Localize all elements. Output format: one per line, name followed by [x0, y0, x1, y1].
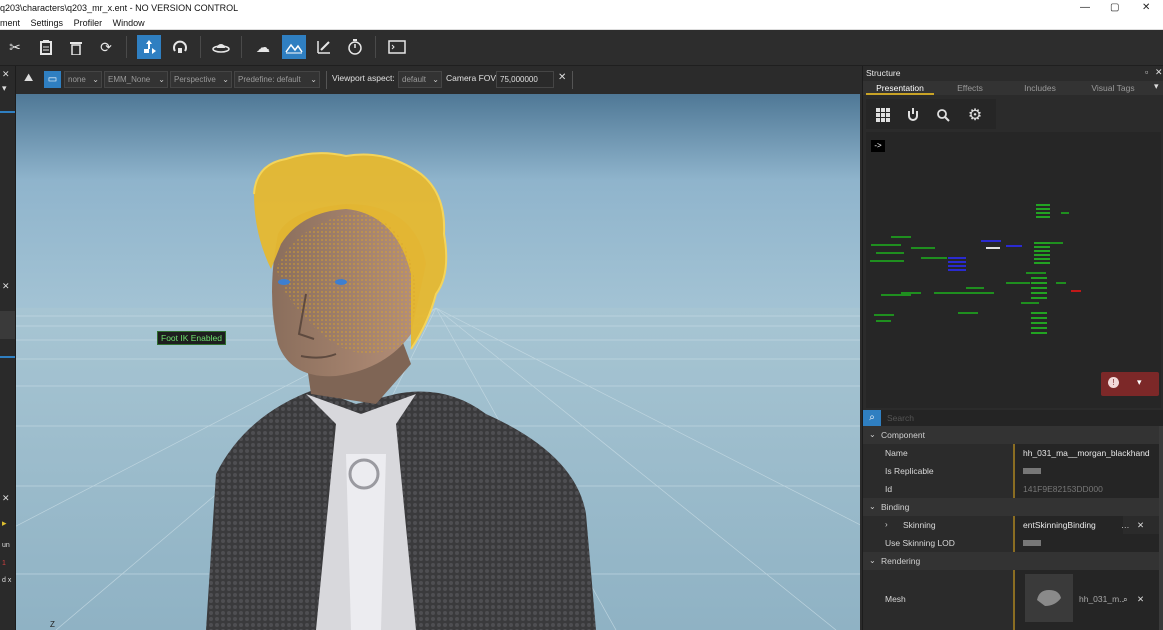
property-row-name: Name hh_031_ma__morgan_blackhand	[863, 444, 1163, 462]
left-strip-indicator: ▸	[2, 518, 7, 528]
error-icon: !	[1108, 377, 1119, 388]
clear-icon[interactable]: ✕	[1137, 590, 1144, 608]
mesh-field: hh_031_m.. ⌕ ✕	[1013, 570, 1163, 630]
window-title: q203\characters\q203_mr_x.ent - NO VERSI…	[0, 3, 239, 13]
paste-icon[interactable]	[34, 35, 58, 59]
section-rendering[interactable]: ⌄ Rendering	[863, 552, 1163, 570]
viewport-scene: Z	[16, 94, 860, 630]
chevron-right-icon[interactable]: ›	[885, 516, 888, 534]
emm-dropdown[interactable]: EMM_None ⌄	[104, 71, 168, 88]
none-dropdown[interactable]: none ⌄	[64, 71, 102, 88]
viewport-toolbar: ⛰ ▭ none ⌄ EMM_None ⌄ Perspective ⌄ Predefi…	[16, 66, 862, 94]
console-icon[interactable]	[385, 35, 409, 59]
search-icon[interactable]	[931, 104, 955, 126]
panel-title: Structure	[866, 68, 901, 78]
panel-menu-icon[interactable]: ▾	[2, 83, 7, 94]
property-row-replicable: Is Replicable	[863, 462, 1163, 480]
chevron-down-icon: ▾	[1137, 377, 1142, 387]
left-strip-frag: un	[2, 542, 10, 549]
properties-scrollbar[interactable]	[1159, 426, 1163, 630]
delete-icon[interactable]	[64, 35, 88, 59]
property-row-skinning: › Skinning entSkinningBinding … ✕	[863, 516, 1163, 534]
transform-icon[interactable]	[137, 35, 161, 59]
tab-visual-tags[interactable]: Visual Tags	[1076, 81, 1150, 95]
grid-icon[interactable]	[871, 104, 895, 126]
tabs-menu-icon[interactable]: ▾	[1154, 81, 1159, 92]
left-dock-strip: ✕ ▾ ✕ ✕ ▸ un 1 d x	[0, 66, 16, 630]
node-graph[interactable]: -> ! ▾	[866, 132, 1161, 408]
svg-text:Z: Z	[50, 620, 55, 629]
error-button[interactable]: ! ▾	[1101, 372, 1159, 396]
cut-icon[interactable]: ✂	[3, 35, 27, 59]
id-field: 141F9E82153DD000	[1013, 480, 1163, 498]
search-icon[interactable]: ⌕	[1123, 590, 1128, 608]
title-bar: q203\characters\q203_mr_x.ent - NO VERSI…	[0, 0, 1163, 16]
landscape-icon[interactable]: ⛰	[24, 72, 33, 85]
mesh-thumbnail[interactable]	[1025, 574, 1073, 622]
replicable-toggle-cell	[1013, 462, 1163, 480]
menu-bar: ment Settings Profiler Window	[0, 16, 1163, 30]
camera-fov-input[interactable]: 75,000000	[496, 71, 554, 88]
close-icon[interactable]: ✕	[1155, 67, 1163, 78]
close-icon[interactable]: ✕	[2, 69, 10, 80]
minimize-button[interactable]: —	[1080, 0, 1090, 16]
property-row-use-skinning-lod: Use Skinning LOD	[863, 534, 1163, 552]
draw-icon[interactable]	[312, 35, 336, 59]
menu-component[interactable]: ment	[0, 18, 20, 28]
close-icon[interactable]: ✕	[2, 493, 10, 504]
search-icon: ⌕	[863, 410, 881, 426]
mesh-path: hh_031_m..	[1079, 594, 1124, 604]
camera-dropdown[interactable]: Perspective ⌄	[170, 71, 232, 88]
search-bar[interactable]: ⌕ Search	[863, 410, 1163, 426]
structure-panel: Structure ▫ ✕ Presentation Effects Inclu…	[862, 66, 1163, 630]
3d-viewport[interactable]: Z	[16, 94, 860, 630]
foot-ik-overlay: Foot IK Enabled	[157, 331, 226, 345]
rotate-icon[interactable]	[168, 35, 192, 59]
close-icon[interactable]: ✕	[558, 72, 566, 83]
replicable-toggle[interactable]	[1023, 468, 1041, 474]
tab-includes[interactable]: Includes	[1006, 81, 1074, 95]
float-icon[interactable]: ▫	[1145, 67, 1148, 77]
use-lod-toggle-cell	[1013, 534, 1163, 552]
use-lod-toggle[interactable]	[1023, 540, 1041, 546]
aspect-dropdown[interactable]: default ⌄	[398, 71, 442, 88]
maximize-button[interactable]: ▢	[1110, 0, 1119, 16]
refresh-icon[interactable]: ⟳	[94, 35, 118, 59]
predefine-dropdown[interactable]: Predefine: default ⌄	[234, 71, 320, 88]
skinning-field[interactable]: entSkinningBinding	[1013, 516, 1123, 534]
menu-window[interactable]: Window	[113, 18, 145, 28]
name-field[interactable]: hh_031_ma__morgan_blackhand	[1013, 444, 1163, 462]
clear-icon[interactable]: ✕	[1137, 516, 1144, 534]
graph-nodes	[870, 204, 1081, 334]
weather-icon[interactable]: ☁	[251, 35, 275, 59]
more-icon[interactable]: …	[1121, 516, 1130, 534]
comment-icon[interactable]: ▭	[44, 71, 61, 88]
terrain-icon[interactable]	[282, 35, 306, 59]
magnet-icon[interactable]	[901, 104, 925, 126]
property-row-id: Id 141F9E82153DD000	[863, 480, 1163, 498]
tab-presentation[interactable]: Presentation	[866, 81, 934, 95]
gear-icon[interactable]: ⚙	[963, 104, 987, 126]
tab-effects[interactable]: Effects	[936, 81, 1004, 95]
camera-fov-label: Camera FOV:	[446, 73, 499, 83]
menu-profiler[interactable]: Profiler	[74, 18, 103, 28]
close-button[interactable]: ✕	[1142, 0, 1150, 16]
menu-settings[interactable]: Settings	[31, 18, 64, 28]
ufo-icon[interactable]	[209, 35, 233, 59]
left-strip-frag: 1	[2, 560, 6, 567]
close-icon[interactable]: ✕	[2, 281, 10, 292]
section-binding[interactable]: ⌄ Binding	[863, 498, 1163, 516]
section-component[interactable]: ⌄ Component	[863, 426, 1163, 444]
search-input[interactable]: Search	[887, 413, 914, 423]
property-row-mesh: Mesh hh_031_m.. ⌕ ✕	[863, 570, 1163, 630]
viewport-aspect-label: Viewport aspect:	[332, 73, 395, 83]
left-strip-frag: d x	[2, 577, 12, 584]
timer-icon[interactable]	[343, 35, 367, 59]
main-toolbar: ✂ ⟳ ☁	[0, 30, 1163, 66]
